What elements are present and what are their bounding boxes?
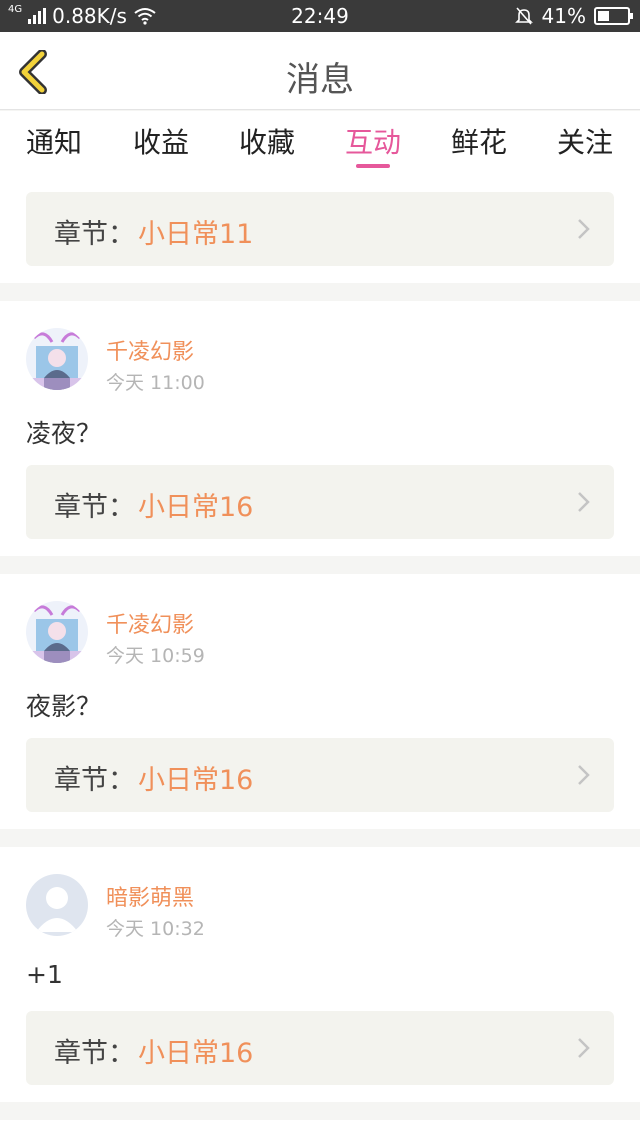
chapter-label: 章节： [54, 219, 135, 250]
chapter-name: 小日常16 [138, 492, 254, 523]
chapter-label: 章节： [54, 492, 135, 523]
chapter-label: 章节： [54, 1038, 135, 1069]
chapter-name: 小日常11 [138, 219, 254, 250]
comment-text: 夜影？ [26, 692, 102, 721]
chapter-name: 小日常16 [138, 1038, 254, 1069]
tab-following[interactable]: 关注 [540, 121, 630, 161]
tab-notifications[interactable]: 通知 [9, 121, 99, 161]
comment-text: +1 [26, 960, 63, 989]
battery-percent: 41% [541, 4, 586, 28]
nav-bar: 消息 [0, 32, 640, 110]
battery-icon [594, 7, 633, 25]
avatar[interactable] [26, 874, 88, 936]
chapter-label: 章节： [54, 765, 135, 796]
tab-earnings[interactable]: 收益 [116, 121, 206, 161]
message-card: 千凌幻影 今天 11:00 凌夜？ 章节： 小日常16 [0, 301, 640, 556]
chevron-right-icon [578, 492, 590, 512]
message-card: 千凌幻影 今天 10:59 夜影？ 章节： 小日常16 [0, 574, 640, 829]
status-bar: 4G 0.88K/s 22:49 41% [0, 0, 640, 32]
timestamp: 今天 11:00 [106, 372, 205, 394]
tab-favorites[interactable]: 收藏 [222, 121, 312, 161]
username[interactable]: 千凌幻影 [106, 607, 194, 639]
tab-bar: 通知 收益 收藏 互动 鲜花 关注 [0, 111, 640, 173]
username[interactable]: 千凌幻影 [106, 334, 194, 366]
tab-interactions[interactable]: 互动 [328, 121, 418, 161]
chapter-name: 小日常16 [138, 765, 254, 796]
chapter-link[interactable]: 章节： 小日常16 [26, 1011, 614, 1085]
active-tab-indicator [356, 164, 390, 168]
message-card: 章节： 小日常11 [0, 173, 640, 283]
page-title: 消息 [286, 60, 354, 100]
timestamp: 今天 10:59 [106, 645, 205, 667]
chevron-right-icon [578, 765, 590, 785]
avatar[interactable] [26, 601, 88, 663]
bell-off-icon [514, 7, 533, 25]
chapter-link[interactable]: 章节： 小日常16 [26, 738, 614, 812]
comment-text: 凌夜？ [26, 419, 102, 448]
chapter-link[interactable]: 章节： 小日常16 [26, 465, 614, 539]
username[interactable]: 暗影萌黑 [106, 880, 194, 912]
timestamp: 今天 10:32 [106, 918, 205, 940]
message-list: 章节： 小日常11 千凌幻影 今天 11:00 凌夜？ 章节： 小日常16 千凌… [0, 173, 640, 1138]
chapter-link[interactable]: 章节： 小日常11 [26, 192, 614, 266]
avatar[interactable] [26, 328, 88, 390]
chevron-right-icon [578, 1038, 590, 1058]
chevron-right-icon [578, 219, 590, 239]
message-card [0, 1120, 640, 1138]
default-avatar-icon [26, 874, 88, 936]
tab-flowers[interactable]: 鲜花 [434, 121, 524, 161]
message-card: 暗影萌黑 今天 10:32 +1 章节： 小日常16 [0, 847, 640, 1102]
